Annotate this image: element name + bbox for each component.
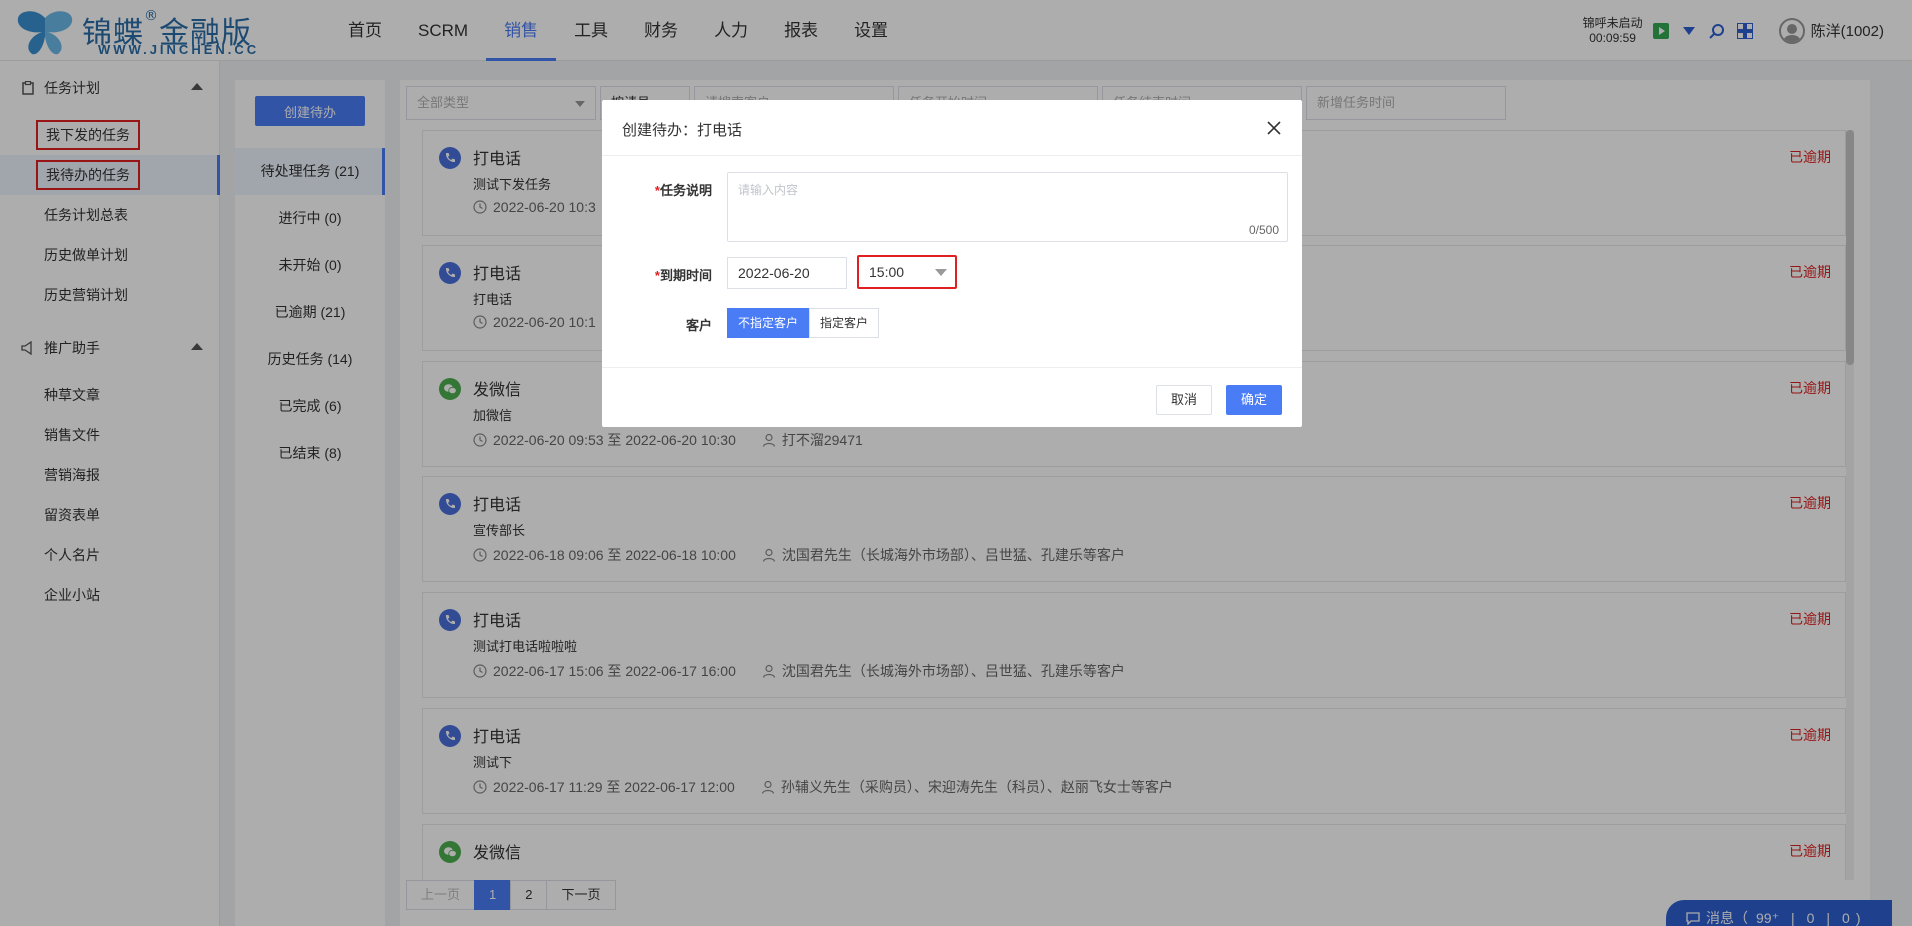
dialog-footer: 取消 确定: [602, 367, 1302, 427]
due-date-picker[interactable]: 2022-06-20: [727, 257, 847, 289]
desc-row: *任务说明 请输入内容 0/500: [602, 172, 1302, 242]
due-row: *到期时间 2022-06-20 15:00: [602, 255, 1302, 289]
specify-customer-option[interactable]: 指定客户: [809, 308, 880, 338]
customer-toggle: 不指定客户 指定客户: [727, 308, 880, 338]
char-counter: 0/500: [1248, 223, 1279, 237]
customer-label: 客户: [685, 318, 712, 333]
due-label: *到期时间: [654, 268, 712, 283]
due-time-select[interactable]: 15:00: [857, 255, 957, 289]
chevron-down-icon: [935, 269, 947, 276]
dialog-header: 创建待办：打电话: [602, 100, 1302, 156]
create-todo-dialog: 创建待办：打电话 *任务说明 请输入内容 0/500 *到期时间 2022-06…: [602, 100, 1302, 427]
close-icon[interactable]: [1262, 116, 1286, 140]
due-time-value: 15:00: [869, 264, 905, 280]
task-desc-textarea[interactable]: 请输入内容 0/500: [727, 172, 1288, 242]
task-desc-placeholder: 请输入内容: [738, 183, 799, 197]
desc-label: *任务说明: [654, 183, 712, 198]
no-customer-option[interactable]: 不指定客户: [727, 308, 810, 338]
customer-row: 客户 不指定客户 指定客户: [602, 308, 1302, 338]
confirm-button[interactable]: 确定: [1225, 385, 1282, 415]
dialog-title: 创建待办：打电话: [622, 122, 743, 139]
cancel-button[interactable]: 取消: [1155, 385, 1212, 415]
